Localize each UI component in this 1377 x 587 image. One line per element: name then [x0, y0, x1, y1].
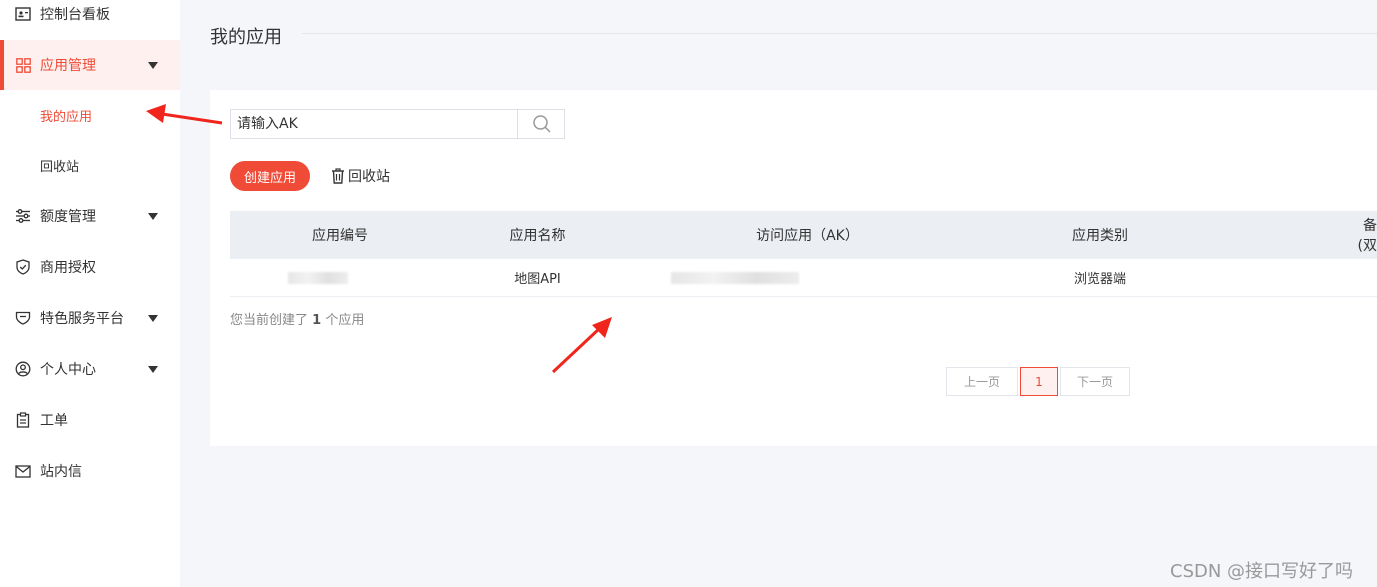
- clipboard-icon: [15, 412, 31, 428]
- search-input[interactable]: [231, 110, 517, 138]
- sidebar-subitem-my-apps[interactable]: 我的应用: [0, 90, 180, 140]
- recycle-bin-label: 回收站: [348, 169, 390, 185]
- search-box: [230, 109, 565, 139]
- sidebar-item-label: 站内信: [40, 464, 82, 480]
- page-button-current[interactable]: 1: [1020, 367, 1058, 396]
- caret-down-icon: [148, 314, 158, 322]
- caret-down-icon: [148, 61, 158, 69]
- table-header: 应用编号 应用名称 访问应用（AK） 应用类别 备 (双: [230, 211, 1377, 259]
- sidebar-item-inbox[interactable]: 站内信: [0, 446, 180, 496]
- summary-prefix: 您当前创建了: [230, 313, 309, 328]
- table-row: 地图API 浏览器端: [230, 259, 1377, 297]
- sidebar-subitem-label: 我的应用: [40, 109, 93, 125]
- pagination: 上一页 1 下一页: [946, 367, 1130, 396]
- next-page-button[interactable]: 下一页: [1060, 367, 1130, 396]
- sidebar-item-dashboard[interactable]: 控制台看板: [0, 0, 180, 39]
- redacted-access-key: [671, 271, 799, 284]
- app-id-cell: [288, 259, 348, 296]
- dashboard-icon: [15, 6, 31, 22]
- app-count-summary: 您当前创建了 1 个应用: [230, 309, 364, 328]
- create-app-button[interactable]: 创建应用: [230, 161, 310, 191]
- sliders-icon: [15, 208, 31, 224]
- column-header-remark: 备 (双: [1340, 211, 1377, 259]
- column-header-app-category: 应用类别: [1072, 228, 1128, 244]
- trash-icon: [331, 168, 345, 184]
- sidebar-item-label: 应用管理: [40, 58, 96, 74]
- mail-icon: [15, 463, 31, 479]
- watermark: CSDN @接口写好了吗: [1170, 561, 1354, 582]
- search-button[interactable]: [517, 110, 566, 138]
- apps-table: 应用编号 应用名称 访问应用（AK） 应用类别 备 (双 地图API 浏览器端: [230, 211, 1377, 297]
- column-header-remark-line2: (双: [1357, 238, 1377, 254]
- column-header-app-name: 应用名称: [509, 228, 566, 244]
- badge-icon: [15, 310, 31, 326]
- column-header-access-key: 访问应用（AK）: [756, 228, 859, 244]
- sidebar-item-featured-services[interactable]: 特色服务平台: [0, 293, 180, 343]
- user-icon: [15, 361, 31, 377]
- summary-suffix: 个应用: [325, 313, 365, 328]
- sidebar-item-label: 商用授权: [40, 260, 96, 276]
- grid-icon: [15, 57, 31, 73]
- sidebar-item-label: 特色服务平台: [40, 311, 124, 327]
- column-header-app-id: 应用编号: [312, 228, 368, 244]
- access-key-cell: [670, 259, 800, 296]
- search-icon: [533, 115, 551, 133]
- sidebar-item-app-management[interactable]: 应用管理: [0, 40, 180, 90]
- sidebar-item-label: 个人中心: [40, 362, 96, 378]
- shield-check-icon: [15, 259, 31, 275]
- sidebar-item-commercial-license[interactable]: 商用授权: [0, 242, 180, 292]
- title-divider: [302, 33, 1377, 34]
- page-title: 我的应用: [210, 27, 282, 48]
- sidebar-item-label: 额度管理: [40, 209, 96, 225]
- sidebar-subitem-recycle-bin[interactable]: 回收站: [0, 140, 180, 190]
- sidebar-item-personal-center[interactable]: 个人中心: [0, 344, 180, 394]
- sidebar-item-quota-management[interactable]: 额度管理: [0, 191, 180, 241]
- app-category-cell: 浏览器端: [1073, 272, 1126, 287]
- app-list-card: 创建应用 回收站 应用编号 应用名称 访问应用（AK） 应用类别 备 (双 地图…: [210, 90, 1377, 446]
- sidebar: 控制台看板 应用管理 我的应用 回收站 额度管理 商用授权 特色服务平台 个人中…: [0, 0, 180, 587]
- column-header-remark-line1: 备: [1363, 218, 1377, 234]
- app-name-cell: 地图API: [514, 272, 561, 287]
- redacted-app-id: [288, 271, 348, 284]
- recycle-bin-link[interactable]: 回收站: [331, 166, 390, 186]
- prev-page-button[interactable]: 上一页: [946, 367, 1018, 396]
- caret-down-icon: [148, 365, 158, 373]
- sidebar-subitem-label: 回收站: [40, 159, 80, 175]
- caret-down-icon: [148, 212, 158, 220]
- summary-count: 1: [312, 313, 322, 328]
- sidebar-item-label: 工单: [40, 413, 68, 429]
- sidebar-item-label: 控制台看板: [40, 7, 110, 23]
- sidebar-item-work-order[interactable]: 工单: [0, 395, 180, 445]
